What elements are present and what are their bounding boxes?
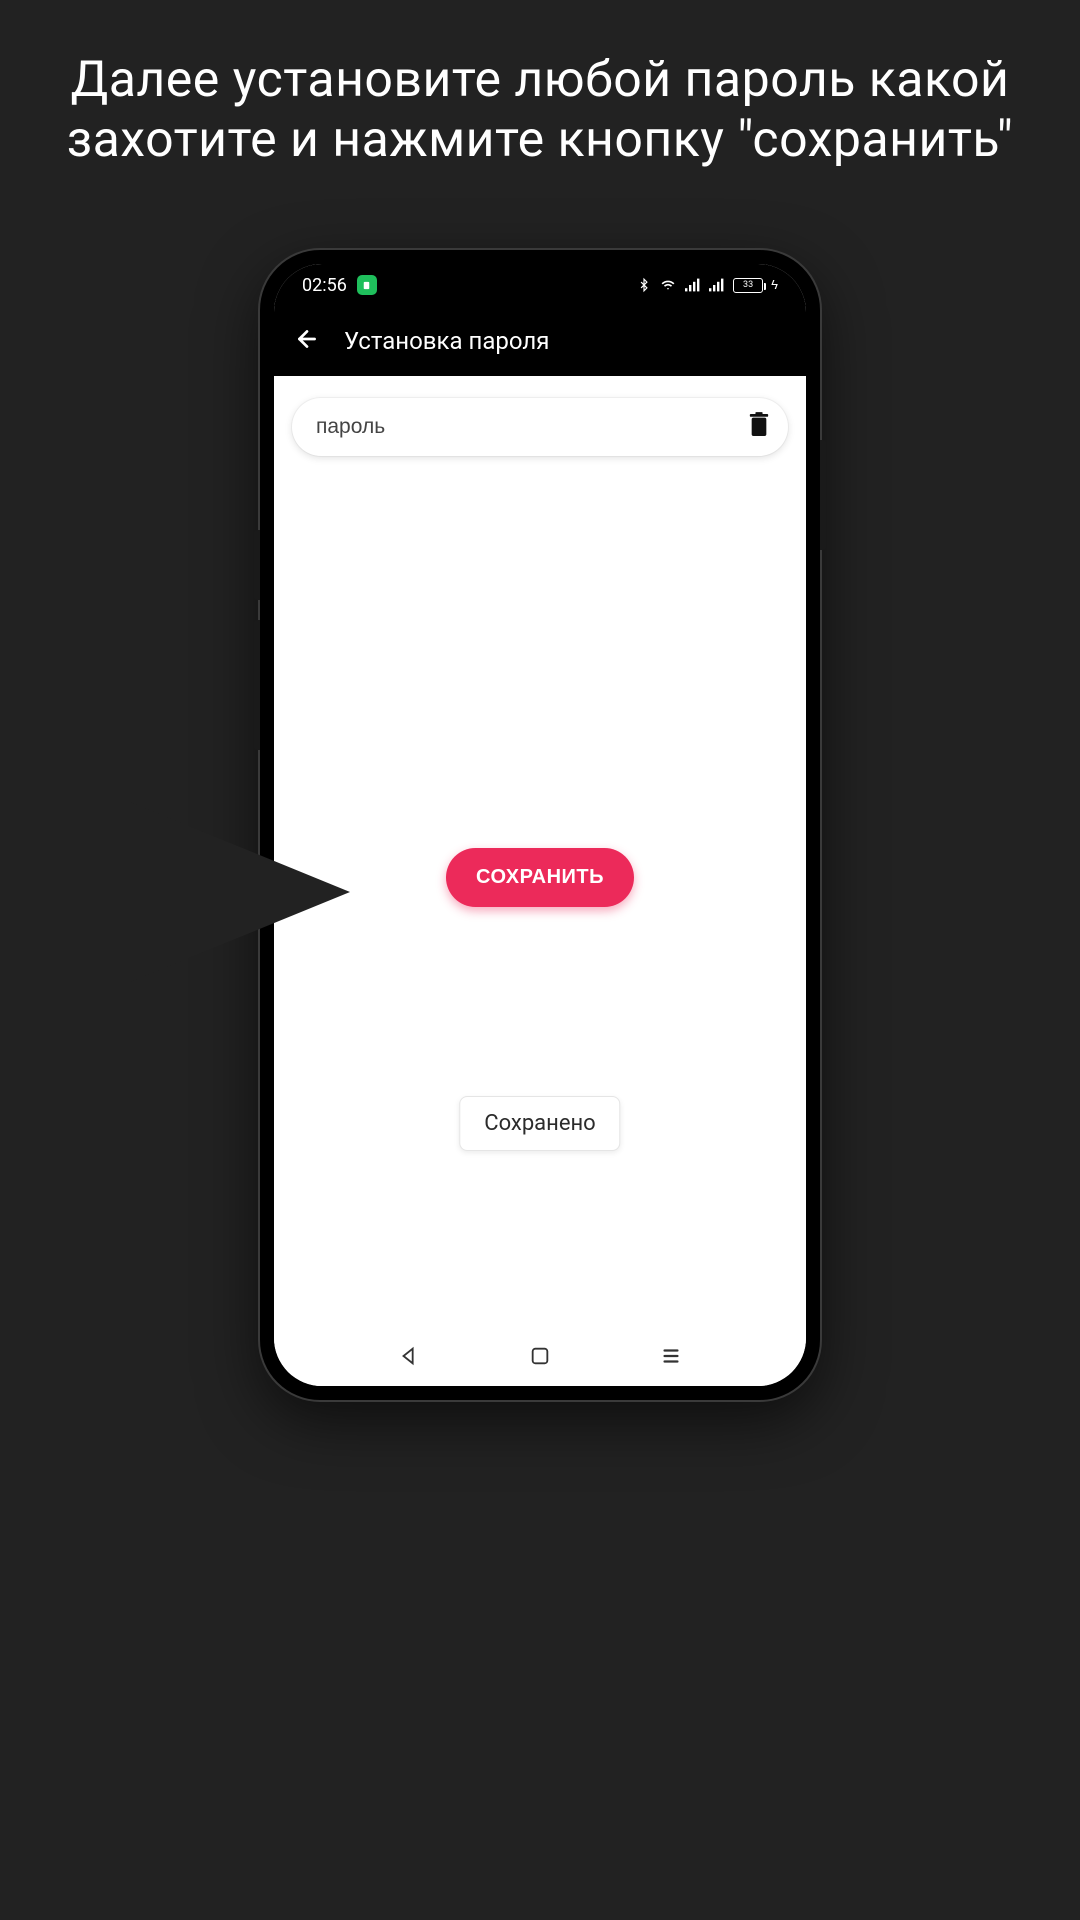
charging-icon: ϟ [771, 277, 778, 293]
bluetooth-icon [637, 277, 651, 293]
wifi-icon [659, 278, 677, 292]
clear-button[interactable] [748, 412, 770, 442]
volume-down-button [254, 620, 260, 750]
phone-screen: 02:56 33 ϟ [274, 264, 806, 1386]
status-time: 02:56 [302, 275, 347, 296]
tutorial-pointer-arrow-icon [130, 802, 350, 982]
nav-back-button[interactable] [398, 1345, 420, 1371]
nav-recents-button[interactable] [660, 1345, 682, 1371]
menu-recents-icon [660, 1345, 682, 1367]
app-header: Установка пароля [274, 306, 806, 376]
status-bar: 02:56 33 ϟ [274, 264, 806, 306]
signal-1-icon [685, 278, 701, 292]
trash-icon [748, 412, 770, 438]
toast-saved: Сохранено [459, 1096, 620, 1151]
system-nav-bar [274, 1330, 806, 1386]
page-title: Установка пароля [344, 327, 549, 355]
triangle-back-icon [398, 1345, 420, 1367]
instruction-text: Далее установите любой пароль какой захо… [0, 0, 1080, 170]
square-home-icon [529, 1345, 551, 1367]
power-button [820, 440, 826, 550]
nav-home-button[interactable] [529, 1345, 551, 1371]
arrow-left-icon [294, 326, 320, 352]
volume-up-button [254, 530, 260, 600]
signal-2-icon [709, 278, 725, 292]
save-button[interactable]: СОХРАНИТЬ [446, 848, 634, 907]
back-button[interactable] [294, 326, 320, 356]
password-input[interactable] [316, 415, 748, 439]
notification-badge-icon [357, 275, 377, 295]
password-input-row [292, 398, 788, 456]
battery-icon: 33 [733, 278, 763, 293]
content-area: СОХРАНИТЬ Сохранено [274, 376, 806, 1330]
